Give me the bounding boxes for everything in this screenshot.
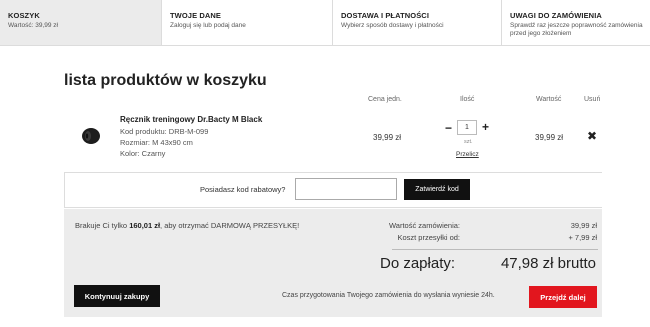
product-code: Kod produktu: DRB-M-099 (120, 127, 209, 136)
coupon-label: Posiadasz kod rabatowy? (200, 185, 286, 194)
step-desc: Sprawdź raz jeszcze poprawność zamówieni… (510, 22, 643, 37)
free-shipping-text-end: , aby otrzymać DARMOWĄ PRZESYŁKĘ! (160, 221, 300, 230)
step-your-data[interactable]: TWOJE DANE Zaloguj się lub podaj dane (162, 0, 333, 45)
header-unit-price: Cena jedn. (368, 96, 402, 103)
decrease-quantity-button[interactable]: − (445, 122, 452, 134)
shipping-cost: + 7,99 zł (568, 233, 597, 242)
product-size: Rozmiar: M 43x90 cm (120, 138, 193, 147)
preparation-time-note: Czas przygotowania Twojego zamówienia do… (282, 292, 495, 299)
step-delivery-payment[interactable]: DOSTAWA I PŁATNOŚCI Wybierz sposób dosta… (333, 0, 502, 45)
free-shipping-amount: 160,01 zł (129, 221, 161, 230)
checkout-steps: KOSZYK Wartość: 39,99 zł TWOJE DANE Zalo… (0, 0, 650, 46)
step-desc: Zaloguj się lub podaj dane (170, 22, 246, 29)
step-title: KOSZYK (8, 11, 40, 20)
header-remove: Usuń (584, 96, 601, 103)
order-value: 39,99 zł (570, 221, 597, 230)
free-shipping-notice: Brakuje Ci tylko 160,01 zł, aby otrzymać… (75, 221, 299, 230)
step-desc: Wartość: 39,99 zł (8, 22, 58, 29)
product-name[interactable]: Ręcznik treningowy Dr.Bacty M Black (120, 115, 262, 124)
product-image[interactable] (79, 124, 103, 148)
recalculate-link[interactable]: Przelicz (456, 151, 479, 158)
order-value-label: Wartość zamówienia: (389, 221, 460, 230)
header-value: Wartość (536, 96, 562, 103)
product-color: Kolor: Czarny (120, 149, 166, 158)
remove-item-icon[interactable]: ✖ (587, 129, 597, 143)
step-cart[interactable]: KOSZYK Wartość: 39,99 zł (0, 0, 162, 45)
header-quantity: Ilość (460, 96, 475, 103)
continue-shopping-button[interactable]: Kontynuuj zakupy (74, 285, 160, 307)
step-title: UWAGI DO ZAMÓWIENIA (510, 11, 602, 20)
shipping-cost-label: Koszt przesyłki od: (397, 233, 460, 242)
quantity-input[interactable] (457, 120, 477, 135)
step-order-notes[interactable]: UWAGI DO ZAMÓWIENIA Sprawdź raz jeszcze … (502, 0, 650, 45)
line-value: 39,99 zł (535, 133, 564, 142)
step-title: TWOJE DANE (170, 11, 222, 20)
step-title: DOSTAWA I PŁATNOŚCI (341, 11, 430, 20)
proceed-button[interactable]: Przejdź dalej (529, 286, 597, 308)
increase-quantity-button[interactable]: + (482, 121, 489, 133)
quantity-unit: szt. (464, 139, 473, 145)
unit-price: 39,99 zł (373, 133, 402, 142)
apply-coupon-button[interactable]: Zatwierdź kod (404, 179, 470, 200)
free-shipping-text: Brakuje Ci tylko (75, 221, 130, 230)
total-label: Do zapłaty: (380, 255, 456, 272)
summary-divider (392, 249, 598, 250)
total-value: 47,98 zł brutto (500, 255, 596, 272)
coupon-code-input[interactable] (295, 178, 397, 200)
step-desc: Wybierz sposób dostawy i płatności (341, 22, 444, 29)
page-title: lista produktów w koszyku (64, 72, 267, 89)
